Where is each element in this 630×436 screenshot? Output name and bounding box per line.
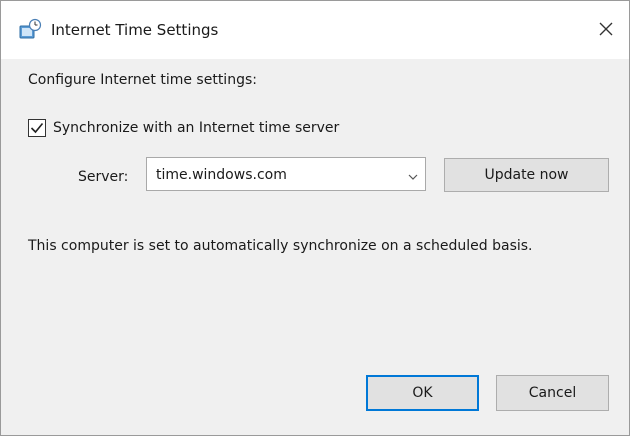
window-title: Internet Time Settings <box>51 21 219 39</box>
title-bar: Internet Time Settings <box>1 1 629 59</box>
chevron-down-icon[interactable] <box>407 168 419 180</box>
cancel-button[interactable]: Cancel <box>496 375 609 411</box>
close-button[interactable] <box>583 1 629 59</box>
ok-button[interactable]: OK <box>366 375 479 411</box>
sync-checkbox-label[interactable]: Synchronize with an Internet time server <box>53 118 339 138</box>
sync-status-text: This computer is set to automatically sy… <box>28 238 533 254</box>
server-combobox[interactable]: time.windows.com <box>146 157 426 191</box>
internet-time-settings-dialog: Internet Time Settings Configure Interne… <box>0 0 630 436</box>
clock-globe-icon <box>18 18 42 42</box>
server-value[interactable]: time.windows.com <box>156 165 287 185</box>
close-icon <box>599 21 613 40</box>
settings-heading: Configure Internet time settings: <box>28 72 257 88</box>
update-now-button[interactable]: Update now <box>444 158 609 192</box>
server-label: Server: <box>78 169 129 185</box>
sync-checkbox[interactable] <box>28 119 46 137</box>
